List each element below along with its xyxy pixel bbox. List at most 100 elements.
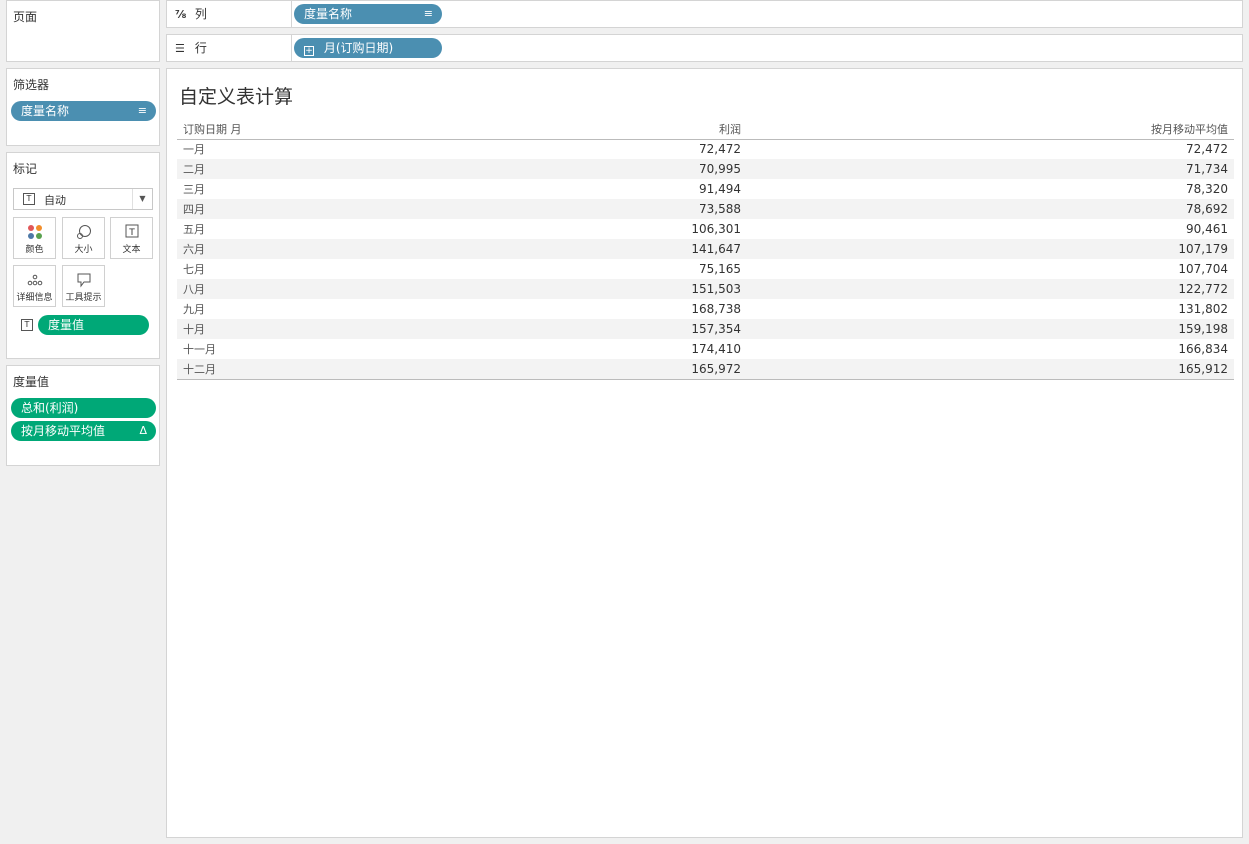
mark-type-dropdown[interactable]: T 自动 ▼ bbox=[13, 188, 153, 210]
cell-profit[interactable]: 157,354 bbox=[317, 319, 747, 339]
table-row[interactable]: 十二月 165,972 165,912 bbox=[177, 359, 1234, 380]
cell-profit[interactable]: 91,494 bbox=[317, 179, 747, 199]
column-header-profit[interactable]: 利润 bbox=[317, 119, 747, 140]
filter-pill-measure-names[interactable]: 度量名称 ≡ bbox=[11, 101, 156, 121]
detail-label: 详细信息 bbox=[16, 293, 53, 303]
text-button[interactable]: T 文本 bbox=[110, 217, 153, 259]
cell-moving-average[interactable]: 107,704 bbox=[747, 259, 1234, 279]
worksheet-title: 自定义表计算 bbox=[179, 86, 294, 108]
rows-pill-label: 月(订购日期) bbox=[323, 41, 394, 55]
color-icon bbox=[14, 224, 55, 240]
cell-profit[interactable]: 174,410 bbox=[317, 339, 747, 359]
row-month-label[interactable]: 八月 bbox=[177, 279, 317, 299]
rows-shelf[interactable]: ☰ 行 + 月(订购日期) bbox=[166, 34, 1243, 62]
cell-profit[interactable]: 165,972 bbox=[317, 359, 747, 380]
text-mark-icon: T bbox=[23, 193, 35, 205]
row-month-label[interactable]: 九月 bbox=[177, 299, 317, 319]
cell-profit[interactable]: 75,165 bbox=[317, 259, 747, 279]
cell-moving-average[interactable]: 78,320 bbox=[747, 179, 1234, 199]
cell-profit[interactable]: 72,472 bbox=[317, 139, 747, 159]
cell-moving-average[interactable]: 122,772 bbox=[747, 279, 1234, 299]
detail-icon bbox=[14, 272, 55, 288]
columns-pill-measure-names[interactable]: 度量名称 ≡ bbox=[294, 4, 442, 24]
table-row[interactable]: 九月 168,738 131,802 bbox=[177, 299, 1234, 319]
row-month-label[interactable]: 二月 bbox=[177, 159, 317, 179]
cell-profit[interactable]: 70,995 bbox=[317, 159, 747, 179]
sort-icon: ≡ bbox=[423, 7, 433, 20]
worksheet-view[interactable]: 自定义表计算 订购日期 月 利润 按月移动平均值 一月 72,472 72,472 二… bbox=[166, 68, 1243, 838]
filter-pill-label: 度量名称 bbox=[21, 104, 70, 118]
rows-icon: ☰ bbox=[175, 42, 185, 55]
tooltip-label: 工具提示 bbox=[65, 293, 102, 303]
rows-pill-order-date-month[interactable]: + 月(订购日期) bbox=[294, 38, 442, 58]
row-month-label[interactable]: 一月 bbox=[177, 139, 317, 159]
table-row[interactable]: 三月 91,494 78,320 bbox=[177, 179, 1234, 199]
cell-profit[interactable]: 151,503 bbox=[317, 279, 747, 299]
table-row[interactable]: 五月 106,301 90,461 bbox=[177, 219, 1234, 239]
table-row[interactable]: 七月 75,165 107,704 bbox=[177, 259, 1234, 279]
cell-moving-average[interactable]: 72,472 bbox=[747, 139, 1234, 159]
chevron-down-icon[interactable]: ▼ bbox=[132, 189, 152, 209]
table-row[interactable]: 八月 151,503 122,772 bbox=[177, 279, 1234, 299]
table-row[interactable]: 二月 70,995 71,734 bbox=[177, 159, 1234, 179]
columns-shelf-text: 列 bbox=[194, 7, 207, 21]
cell-profit[interactable]: 106,301 bbox=[317, 219, 747, 239]
marks-text-pill-measure-values[interactable]: 度量值 bbox=[38, 315, 149, 335]
header-row: 订购日期 月 利润 按月移动平均值 bbox=[177, 119, 1234, 140]
table-row[interactable]: 四月 73,588 78,692 bbox=[177, 199, 1234, 219]
measure-pill-moving-average[interactable]: 按月移动平均值 Δ bbox=[11, 421, 156, 441]
row-month-label[interactable]: 十月 bbox=[177, 319, 317, 339]
pages-title: 页面 bbox=[13, 10, 38, 24]
table-row[interactable]: 六月 141,647 107,179 bbox=[177, 239, 1234, 259]
columns-pill-label: 度量名称 bbox=[304, 7, 353, 21]
size-label: 大小 bbox=[74, 245, 93, 255]
marks-title: 标记 bbox=[13, 162, 38, 176]
color-label: 颜色 bbox=[25, 245, 44, 255]
marks-card: 标记 T 自动 ▼ 颜色 大小 T 文本 详细信息 工具提示 T 度量值 bbox=[6, 152, 160, 359]
row-month-label[interactable]: 五月 bbox=[177, 219, 317, 239]
crosstab-table: 订购日期 月 利润 按月移动平均值 一月 72,472 72,472 二月 70,995… bbox=[177, 119, 1234, 380]
row-month-label[interactable]: 七月 bbox=[177, 259, 317, 279]
cell-moving-average[interactable]: 166,834 bbox=[747, 339, 1234, 359]
cell-moving-average[interactable]: 165,912 bbox=[747, 359, 1234, 380]
text-label: 文本 bbox=[122, 245, 141, 255]
row-month-label[interactable]: 十二月 bbox=[177, 359, 317, 380]
color-button[interactable]: 颜色 bbox=[13, 217, 56, 259]
measure-pill-label: 按月移动平均值 bbox=[21, 424, 106, 438]
cell-moving-average[interactable]: 159,198 bbox=[747, 319, 1234, 339]
tooltip-button[interactable]: 工具提示 bbox=[62, 265, 105, 307]
row-month-label[interactable]: 六月 bbox=[177, 239, 317, 259]
svg-text:T: T bbox=[128, 228, 135, 238]
pages-card[interactable]: 页面 bbox=[6, 0, 160, 62]
cell-moving-average[interactable]: 90,461 bbox=[747, 219, 1234, 239]
cell-moving-average[interactable]: 131,802 bbox=[747, 299, 1234, 319]
row-month-label[interactable]: 三月 bbox=[177, 179, 317, 199]
measure-values-title: 度量值 bbox=[13, 375, 50, 389]
cell-moving-average[interactable]: 78,692 bbox=[747, 199, 1234, 219]
size-icon bbox=[63, 224, 104, 240]
columns-shelf[interactable]: ⅞ 列 度量名称 ≡ bbox=[166, 0, 1243, 28]
cell-profit[interactable]: 73,588 bbox=[317, 199, 747, 219]
column-header-moving-average[interactable]: 按月移动平均值 bbox=[747, 119, 1234, 140]
size-button[interactable]: 大小 bbox=[62, 217, 105, 259]
measure-pill-sum-profit[interactable]: 总和(利润) bbox=[11, 398, 156, 418]
row-month-label[interactable]: 四月 bbox=[177, 199, 317, 219]
expand-icon[interactable]: + bbox=[304, 46, 314, 56]
cell-profit[interactable]: 141,647 bbox=[317, 239, 747, 259]
cell-profit[interactable]: 168,738 bbox=[317, 299, 747, 319]
table-calc-delta-icon: Δ bbox=[139, 424, 147, 437]
columns-icon: ⅞ bbox=[175, 8, 187, 21]
detail-button[interactable]: 详细信息 bbox=[13, 265, 56, 307]
filters-title: 筛选器 bbox=[13, 78, 50, 92]
table-row[interactable]: 十月 157,354 159,198 bbox=[177, 319, 1234, 339]
filters-card: 筛选器 度量名称 ≡ bbox=[6, 68, 160, 146]
cell-moving-average[interactable]: 71,734 bbox=[747, 159, 1234, 179]
measure-pill-label: 总和(利润) bbox=[21, 401, 79, 415]
cell-moving-average[interactable]: 107,179 bbox=[747, 239, 1234, 259]
table-row[interactable]: 十一月 174,410 166,834 bbox=[177, 339, 1234, 359]
table-row[interactable]: 一月 72,472 72,472 bbox=[177, 139, 1234, 159]
marks-text-pill-label: 度量值 bbox=[48, 318, 85, 332]
tooltip-icon bbox=[63, 272, 104, 288]
column-header-month[interactable]: 订购日期 月 bbox=[177, 119, 317, 140]
row-month-label[interactable]: 十一月 bbox=[177, 339, 317, 359]
